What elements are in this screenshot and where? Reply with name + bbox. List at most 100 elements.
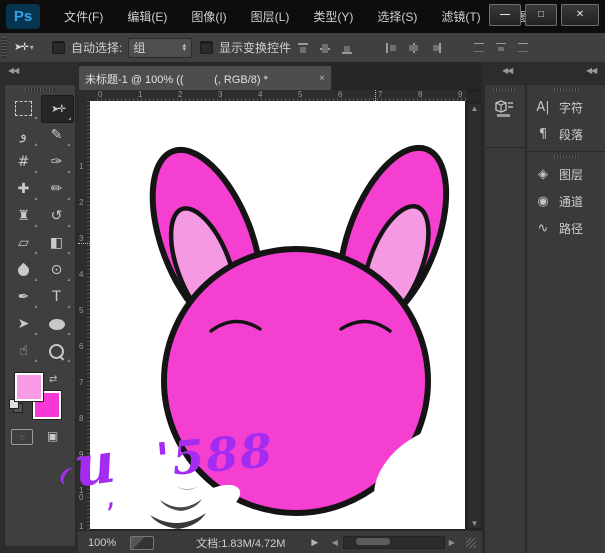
panel-button-图层[interactable]: ◈图层: [527, 161, 605, 188]
vruler-number: 7: [79, 379, 86, 386]
auto-select-dropdown[interactable]: 组 ▲▼: [128, 38, 192, 58]
distribute-vertical-centers-button[interactable]: [494, 41, 508, 55]
tool-lasso[interactable]: و: [8, 122, 39, 148]
vruler-number: 2: [79, 199, 86, 206]
options-bar-grip[interactable]: [2, 37, 7, 58]
tool-blur[interactable]: [8, 257, 39, 283]
hruler-number: 2: [178, 90, 182, 99]
document-tab[interactable]: 未标题-1 @ 100% (( (, RGB/8) * ×: [78, 65, 332, 91]
divider: [527, 151, 605, 152]
document-canvas[interactable]: [90, 101, 465, 529]
panel-button-字符[interactable]: A|字符: [527, 94, 605, 121]
tool-quick-selection[interactable]: ✎: [41, 122, 72, 148]
panel-grip[interactable]: [554, 155, 580, 159]
tool-panel-grip[interactable]: [25, 88, 55, 92]
menu-5[interactable]: 类型(Y): [301, 8, 365, 25]
menu-4[interactable]: 图层(L): [239, 8, 302, 25]
tool-eyedropper[interactable]: ✑: [41, 149, 72, 175]
tool-paint-bucket[interactable]: ◧: [41, 230, 72, 256]
panel-grip[interactable]: [554, 88, 580, 92]
collapse-panel-icon[interactable]: ◀◀: [8, 66, 18, 75]
tool-eraser[interactable]: ▱: [8, 230, 39, 256]
tool-brush[interactable]: ✏: [41, 176, 72, 202]
close-button[interactable]: ✕: [561, 4, 599, 26]
tool-spot-healing-brush[interactable]: ✚: [8, 176, 39, 202]
hruler-number: 6: [338, 90, 342, 99]
align-right-edges-button[interactable]: [428, 41, 442, 55]
window-controls: — □ ✕: [489, 4, 599, 26]
vruler-number: 8: [79, 415, 86, 422]
align-horizontal-centers-button[interactable]: [406, 41, 420, 55]
distribute-top-edges-button[interactable]: [472, 41, 486, 55]
tool-panel: ➤✛و✎#✑✚✏♜↺▱◧⊙✒T➤☝ ⇄ ◌ ▣: [4, 84, 76, 547]
tool-move[interactable]: ➤✛: [41, 95, 74, 123]
tab-close-icon[interactable]: ×: [319, 73, 325, 84]
default-colors-icon[interactable]: [9, 399, 23, 413]
tool-crop[interactable]: #: [8, 149, 39, 175]
quick-mask-button[interactable]: ◌: [11, 429, 33, 445]
scroll-right-icon[interactable]: ▶: [445, 538, 458, 547]
photoshop-window: Ps 文件(F)编辑(E)图像(I)图层(L)类型(Y)选择(S)滤镜(T)视图…: [0, 0, 605, 553]
tool-hand[interactable]: ☝: [8, 338, 39, 364]
swap-colors-icon[interactable]: ⇄: [49, 369, 57, 387]
menu-3[interactable]: 图像(I): [179, 8, 238, 25]
tool-rectangular-marquee[interactable]: [8, 95, 39, 121]
panel-button-段落[interactable]: ¶段落: [527, 121, 605, 148]
align-vertical-centers-button[interactable]: [318, 41, 332, 55]
vruler-number: 1: [79, 163, 86, 170]
ruler-cursor-marker-h: [375, 90, 377, 101]
foreground-color-swatch[interactable]: [15, 373, 43, 401]
3d-panel-icon[interactable]: [493, 97, 515, 124]
minimize-button[interactable]: —: [489, 4, 521, 26]
hruler-number: 1: [138, 90, 142, 99]
menu-7[interactable]: 滤镜(T): [429, 8, 492, 25]
right-dock: ◀◀ ◀◀ A|字符¶段落 ◈图层◉通道∿路径: [482, 62, 605, 553]
tool-dodge[interactable]: ⊙: [41, 257, 72, 283]
panel-button-通道[interactable]: ◉通道: [527, 188, 605, 215]
menu-2[interactable]: 编辑(E): [115, 8, 179, 25]
resize-grip[interactable]: [466, 538, 476, 548]
align-left-edges-button[interactable]: [384, 41, 398, 55]
panel-label: 图层: [559, 166, 583, 183]
hruler-number: 5: [298, 90, 302, 99]
tool-path-selection[interactable]: ➤: [8, 311, 39, 337]
align-bottom-edges-button[interactable]: [340, 41, 354, 55]
tool-pen[interactable]: ✒: [8, 284, 39, 310]
collapse-strip-icon[interactable]: ◀◀: [502, 66, 512, 75]
hruler-number: 9: [458, 90, 462, 99]
tool-history-brush[interactable]: ↺: [41, 203, 72, 229]
panel-button-路径[interactable]: ∿路径: [527, 215, 605, 242]
panel-label: 字符: [559, 99, 583, 116]
show-transform-group: 显示变换控件: [200, 33, 291, 62]
tool-ellipse-shape[interactable]: [41, 311, 72, 337]
strip-grip[interactable]: [493, 88, 515, 92]
horizontal-scrollbar[interactable]: [343, 536, 445, 549]
tools-dock: ◀◀ ➤✛و✎#✑✚✏♜↺▱◧⊙✒T➤☝ ⇄ ◌ ▣: [0, 62, 78, 553]
scroll-left-icon[interactable]: ◀: [328, 538, 341, 547]
scrollbar-thumb[interactable]: [356, 538, 390, 545]
tool-type[interactable]: T: [41, 284, 72, 310]
scroll-up-icon[interactable]: ▲: [468, 104, 481, 113]
panel-buttons: A|字符¶段落 ◈图层◉通道∿路径: [526, 84, 605, 553]
move-tool-preset[interactable]: ➤✛ ▾: [14, 33, 34, 62]
divider: [485, 147, 525, 148]
status-menu-arrow[interactable]: ▶: [311, 537, 318, 548]
tool-clone-stamp[interactable]: ♜: [8, 203, 39, 229]
show-transform-checkbox[interactable]: [200, 41, 213, 54]
align-top-edges-button[interactable]: [296, 41, 310, 55]
tool-zoom[interactable]: [41, 338, 72, 364]
collapse-panels-icon[interactable]: ◀◀: [586, 66, 596, 75]
title-bar: Ps 文件(F)编辑(E)图像(I)图层(L)类型(Y)选择(S)滤镜(T)视图…: [0, 0, 605, 33]
menu-1[interactable]: 文件(F): [52, 8, 115, 25]
scroll-down-icon[interactable]: ▼: [468, 519, 481, 528]
screen-mode-button[interactable]: ▣: [47, 427, 58, 445]
auto-select-group: 自动选择: 组 ▲▼: [52, 33, 192, 62]
auto-select-checkbox[interactable]: [52, 41, 65, 54]
menu-6[interactable]: 选择(S): [365, 8, 429, 25]
distribute-bottom-edges-button[interactable]: [516, 41, 530, 55]
zoom-level[interactable]: 100%: [88, 537, 116, 549]
vertical-scrollbar[interactable]: ▲ ▼: [467, 103, 482, 529]
ruler-cursor-marker-v: [78, 243, 90, 245]
vruler-number: 3: [79, 235, 86, 242]
maximize-button[interactable]: □: [525, 4, 557, 26]
